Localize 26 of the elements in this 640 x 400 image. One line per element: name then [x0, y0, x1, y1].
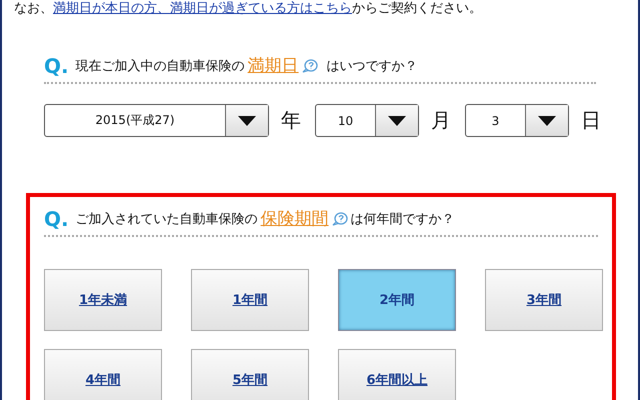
q-mark: Q. [44, 209, 69, 229]
help-icon[interactable] [332, 212, 348, 226]
dropdown-arrow-icon [388, 116, 406, 126]
q-mark: Q. [44, 56, 69, 76]
option-button[interactable]: 1年間 [191, 269, 309, 331]
option-button[interactable]: 6年間以上 [338, 349, 456, 400]
question-text: ご加入されていた自動車保険の [76, 211, 258, 229]
question-text: はいつですか？ [326, 58, 418, 76]
option-button[interactable]: 4年間 [44, 349, 162, 400]
date-select[interactable]: 10 [315, 104, 419, 137]
option-button[interactable]: 2年間 [338, 269, 456, 331]
option-button[interactable]: 3年間 [485, 269, 603, 331]
question-text: 現在ご加入中の自動車保険の [76, 58, 245, 76]
notice-link[interactable]: 満期日が本日の方、満期日が過ぎている方はこちら [53, 1, 352, 16]
dropdown-arrow-icon [538, 116, 556, 126]
option-button[interactable]: 1年未満 [44, 269, 162, 331]
unit-label: 日 [581, 107, 601, 134]
unit-label: 年 [281, 107, 301, 134]
date-select[interactable]: 3 [465, 104, 569, 137]
unit-label: 月 [431, 107, 451, 134]
question-text: は何年間ですか？ [350, 211, 455, 229]
option-button[interactable]: 5年間 [191, 349, 309, 400]
notice-text: なお、満期日が本日の方、満期日が過ぎている方はこちらからご契約ください。 [13, 0, 483, 17]
help-icon[interactable] [302, 59, 318, 73]
dropdown-arrow-icon [238, 116, 256, 126]
date-select[interactable]: 2015(平成27) [44, 104, 269, 137]
